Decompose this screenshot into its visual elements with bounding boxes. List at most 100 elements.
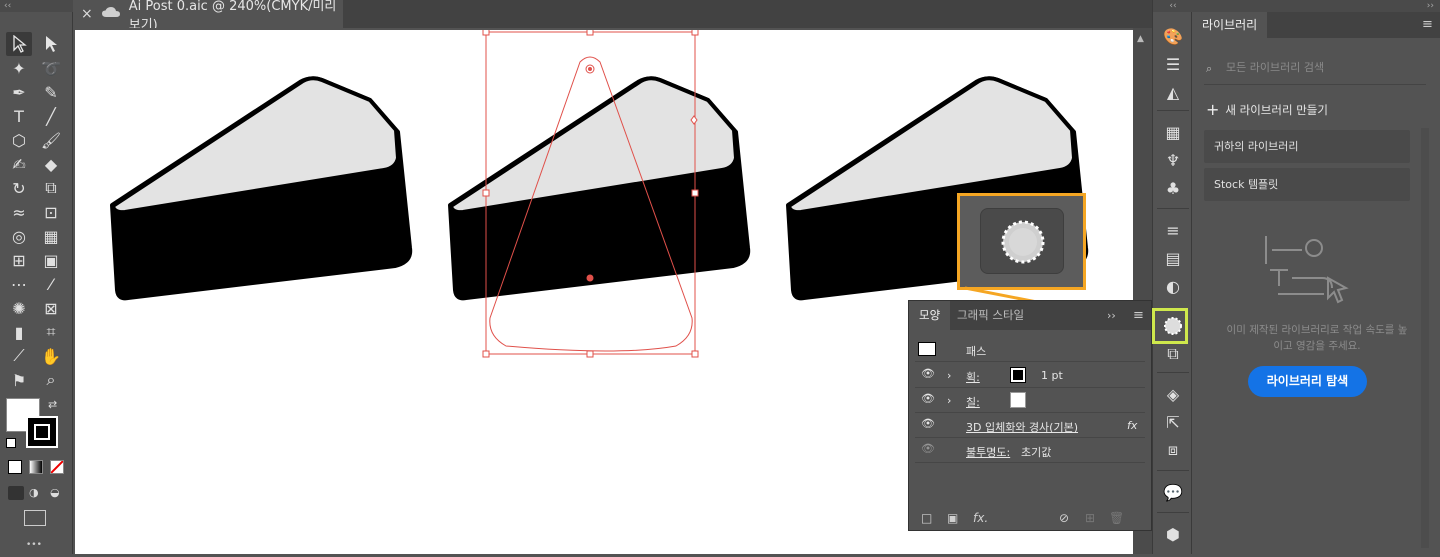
gradient-panel-icon[interactable]: ▤ xyxy=(1161,246,1185,270)
stroke-row[interactable]: 👁 › 획: 1 pt xyxy=(915,364,1145,388)
panel-expand-icon[interactable]: ›› xyxy=(1107,309,1116,322)
gradient-mode-icon[interactable] xyxy=(29,460,43,474)
panel-collapse-grip[interactable]: ‹‹ xyxy=(0,0,73,12)
direct-selection-tool-icon[interactable] xyxy=(38,32,64,56)
stroke-color-swatch[interactable] xyxy=(1010,367,1026,383)
shaper-tool-icon[interactable]: ✍ xyxy=(6,152,32,176)
blend-tool-icon[interactable]: ⋯ xyxy=(6,272,32,296)
libraries-description-line-1: 이미 제작된 라이브러리로 작업 속도를 높 xyxy=(1226,324,1408,336)
layers-icon[interactable]: ◈ xyxy=(1161,382,1185,406)
close-tab-icon[interactable]: × xyxy=(81,6,93,22)
artboard-tool-icon[interactable]: ⊠ xyxy=(38,296,64,320)
hand-tool-icon[interactable]: ✋ xyxy=(38,344,64,368)
width-tool-icon[interactable]: ≈ xyxy=(6,200,32,224)
brushes-icon[interactable]: ♆ xyxy=(1161,148,1185,172)
eyedropper-tool-icon[interactable]: ⁄ xyxy=(38,272,64,296)
stroke-weight-value[interactable]: 1 pt xyxy=(1041,369,1063,382)
free-transform-tool-icon[interactable]: ⊡ xyxy=(38,200,64,224)
opacity-row[interactable]: 👁 불투명도: 초기값 xyxy=(915,439,1145,463)
color-mode-icon[interactable] xyxy=(8,460,22,474)
explore-libraries-button[interactable]: 라이브러리 탐색 xyxy=(1248,366,1367,397)
transparency-icon[interactable]: ◐ xyxy=(1161,274,1185,298)
stroke-expand-chevron-icon[interactable]: › xyxy=(947,369,951,382)
appearance-object-row[interactable]: 패스 xyxy=(915,338,1145,362)
fill-row[interactable]: 👁 › 칠: xyxy=(915,389,1145,413)
paintbrush-tool-icon[interactable]: 🖌 xyxy=(38,128,64,152)
draw-inside-icon[interactable]: ◒ xyxy=(50,486,66,500)
duplicate-item-icon[interactable]: ⊞ xyxy=(1085,511,1095,525)
puppet-warp-tool-icon[interactable]: ⚑ xyxy=(6,368,32,392)
eraser-tool-icon[interactable]: ◆ xyxy=(38,152,64,176)
add-new-effect-icon[interactable]: fx. xyxy=(973,511,988,525)
artboards-icon[interactable]: ⧈ xyxy=(1161,438,1185,462)
shape-builder-tool-icon[interactable]: ◎ xyxy=(6,224,32,248)
appearance-panel-tabs: 모양 그래픽 스타일 ›› ≡ xyxy=(909,301,1151,330)
graphic-styles-icon[interactable]: ⧉ xyxy=(1161,342,1185,366)
polygon-tool-icon[interactable]: ⬡ xyxy=(6,128,32,152)
new-library-button[interactable]: + 새 라이브러리 만들기 xyxy=(1206,100,1328,119)
document-tab[interactable]: × Ai Post 0.aic @ 240%(CMYK/미리 보기) xyxy=(73,0,343,33)
selection-tool-icon[interactable] xyxy=(6,32,32,56)
column-graph-tool-icon[interactable]: ▮ xyxy=(6,320,32,344)
delete-item-icon[interactable]: 🗑 xyxy=(1109,511,1124,525)
lasso-tool-icon[interactable]: ➰ xyxy=(38,56,64,80)
stroke-panel-icon[interactable]: ≡ xyxy=(1161,218,1185,242)
effect-row[interactable]: 👁 3D 입체화와 경사(기본) fx xyxy=(915,414,1145,438)
edit-toolbar-button[interactable]: ••• xyxy=(26,540,42,550)
add-new-fill-icon[interactable]: ▣ xyxy=(947,511,958,525)
clear-appearance-icon[interactable]: ⊘ xyxy=(1059,511,1069,525)
tab-graphic-styles[interactable]: 그래픽 스타일 xyxy=(947,301,1034,330)
comments-icon[interactable]: 💬 xyxy=(1161,480,1185,504)
draw-behind-icon[interactable]: ◑ xyxy=(29,486,45,500)
color-guide-icon[interactable]: 🎨 xyxy=(1161,24,1185,48)
fill-expand-chevron-icon[interactable]: › xyxy=(947,394,951,407)
effect-visibility-eye-icon[interactable]: 👁 xyxy=(921,417,935,430)
default-colors-icon[interactable] xyxy=(6,438,16,448)
fill-visibility-eye-icon[interactable]: 👁 xyxy=(921,392,935,405)
export-icon[interactable]: ⇱ xyxy=(1161,410,1185,434)
tab-appearance[interactable]: 모양 xyxy=(909,301,951,330)
stroke-visibility-eye-icon[interactable]: 👁 xyxy=(921,367,935,380)
gradient-tool-icon[interactable]: ▣ xyxy=(38,248,64,272)
opacity-visibility-eye-icon[interactable]: 👁 xyxy=(921,442,935,455)
swap-fill-stroke-icon[interactable]: ⇄ xyxy=(48,398,57,411)
library-row-stock-templates[interactable]: Stock 템플릿 xyxy=(1204,168,1410,201)
line-tool-icon[interactable]: ╱ xyxy=(38,104,64,128)
pathfinder-icon[interactable]: ◭ xyxy=(1161,80,1185,104)
symbols-icon[interactable]: ♣ xyxy=(1161,176,1185,200)
libraries-collapse-grip[interactable]: ›› xyxy=(1192,0,1440,12)
library-row-your-libraries[interactable]: 귀하의 라이브러리 xyxy=(1204,130,1410,163)
dock-collapse-grip[interactable]: ‹‹ xyxy=(1153,0,1193,12)
opacity-label[interactable]: 불투명도: xyxy=(966,444,1010,460)
library-search-input[interactable]: 모든 라이브러리 검색 xyxy=(1204,55,1426,81)
effect-fx-icon[interactable]: fx xyxy=(1127,419,1137,432)
slice-tool-icon[interactable]: ⌗ xyxy=(38,320,64,344)
stroke-label[interactable]: 획: xyxy=(966,369,980,385)
none-mode-icon[interactable] xyxy=(50,460,64,474)
draw-normal-icon[interactable] xyxy=(8,486,24,500)
stroke-swatch[interactable] xyxy=(26,416,58,448)
add-new-stroke-icon[interactable]: □ xyxy=(921,511,932,525)
mesh-tool-icon[interactable]: ⊞ xyxy=(6,248,32,272)
symbol-sprayer-tool-icon[interactable]: ✺ xyxy=(6,296,32,320)
fill-label[interactable]: 칠: xyxy=(966,394,980,410)
tab-libraries[interactable]: 라이브러리 xyxy=(1192,12,1268,38)
curvature-tool-icon[interactable]: ✎ xyxy=(38,80,64,104)
properties-icon[interactable]: ☰ xyxy=(1161,52,1185,76)
screen-mode-icon[interactable] xyxy=(24,510,46,526)
fill-color-swatch[interactable] xyxy=(1010,392,1026,408)
3d-materials-icon[interactable]: ⬢ xyxy=(1161,522,1185,546)
libraries-scrollbar[interactable] xyxy=(1421,128,1429,548)
type-tool-icon[interactable]: T xyxy=(6,104,32,128)
panel-menu-icon[interactable]: ≡ xyxy=(1133,308,1144,323)
libraries-menu-icon[interactable]: ≡ xyxy=(1422,17,1433,32)
magic-wand-tool-icon[interactable]: ✦ xyxy=(6,56,32,80)
zoom-tool-icon[interactable]: ⌕ xyxy=(38,368,64,392)
effect-label[interactable]: 3D 입체화와 경사(기본) xyxy=(966,419,1078,435)
scale-tool-icon[interactable]: ⧉ xyxy=(38,176,64,200)
knife-tool-icon[interactable]: ⟋ xyxy=(6,344,32,368)
pen-tool-icon[interactable]: ✒ xyxy=(6,80,32,104)
perspective-grid-tool-icon[interactable]: ▦ xyxy=(38,224,64,248)
swatches-icon[interactable]: ▦ xyxy=(1161,120,1185,144)
rotate-tool-icon[interactable]: ↻ xyxy=(6,176,32,200)
